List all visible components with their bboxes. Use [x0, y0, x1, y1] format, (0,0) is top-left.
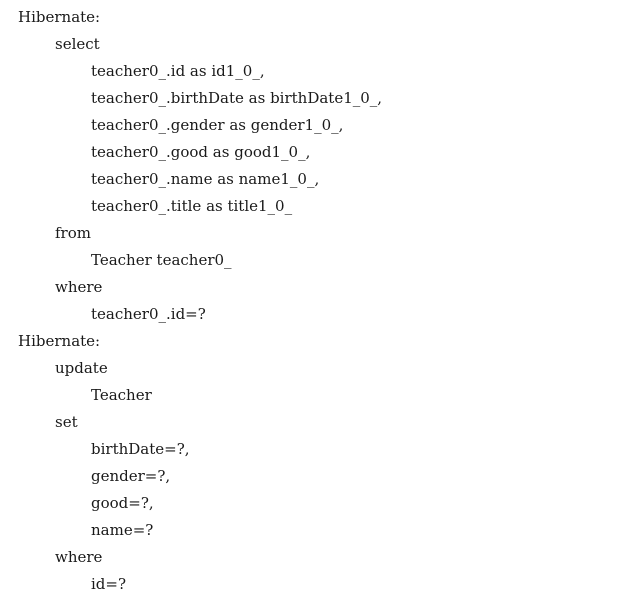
log-line-assignment: good=?,	[91, 494, 154, 512]
log-line-column: teacher0_.id as id1_0_,	[91, 62, 265, 80]
log-line-header: Hibernate:	[18, 332, 101, 350]
log-line-condition: teacher0_.id=?	[91, 305, 206, 323]
log-line-keyword: update	[55, 359, 108, 377]
log-line-column: teacher0_.title as title1_0_	[91, 197, 293, 215]
log-line-assignment: birthDate=?,	[91, 440, 190, 458]
log-line-table: Teacher	[91, 386, 152, 404]
log-line-keyword: set	[55, 413, 78, 431]
log-line-header: Hibernate:	[18, 8, 101, 26]
log-line-column: teacher0_.gender as gender1_0_,	[91, 116, 344, 134]
log-line-condition: id=?	[91, 575, 127, 593]
log-line-assignment: name=?	[91, 521, 154, 539]
log-line-keyword: select	[55, 35, 100, 53]
log-line-column: teacher0_.good as good1_0_,	[91, 143, 311, 161]
log-line-keyword: where	[55, 278, 103, 296]
log-line-keyword: from	[55, 224, 91, 242]
log-line-column: teacher0_.birthDate as birthDate1_0_,	[91, 89, 383, 107]
sql-log: Hibernate: select teacher0_.id as id1_0_…	[18, 4, 382, 598]
log-line-keyword: where	[55, 548, 103, 566]
log-line-column: teacher0_.name as name1_0_,	[91, 170, 320, 188]
log-line-assignment: gender=?,	[91, 467, 171, 485]
log-line-table: Teacher teacher0_	[91, 251, 232, 269]
